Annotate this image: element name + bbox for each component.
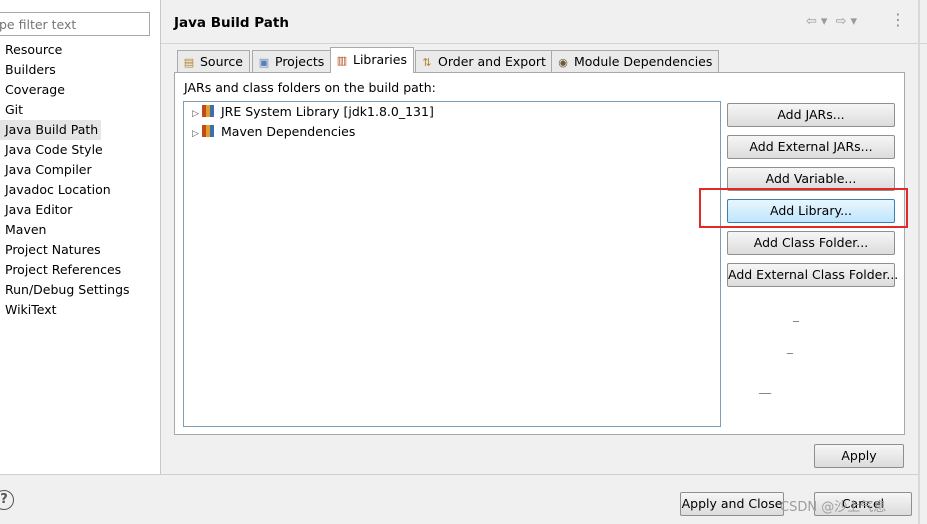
tab-label: Source (200, 54, 243, 69)
libraries-tree[interactable]: ▷ JRE System Library [jdk1.8.0_131] ▷ Mave… (183, 101, 721, 427)
projects-icon: ▣ (258, 56, 270, 69)
add-variable-button[interactable]: Add Variable... (727, 167, 895, 191)
nav-item-maven[interactable]: Maven (0, 220, 161, 240)
order-export-icon: ⇅ (422, 56, 432, 69)
nav-item-java-code-style[interactable]: Java Code Style (0, 140, 161, 160)
chevron-down-icon[interactable]: ▾ (821, 14, 828, 29)
add-external-class-folder-button[interactable]: Add External Class Folder... (727, 263, 898, 287)
back-arrow-icon[interactable]: ⇦ (806, 14, 817, 29)
tab-source[interactable]: ▤ Source (177, 50, 250, 72)
help-icon[interactable]: ? (0, 490, 14, 510)
expand-arrow-icon[interactable]: ▷ (192, 104, 202, 124)
nav-item-java-build-path[interactable]: Java Build Path (0, 120, 102, 140)
footer-divider (0, 474, 918, 475)
tab-order-and-export[interactable]: ⇅ Order and Export (415, 50, 553, 72)
watermark: CSDN @沙上气息 (780, 500, 887, 515)
page-title: Java Build Path (174, 15, 289, 31)
nav-item-project-references[interactable]: Project References (0, 260, 161, 280)
chevron-down-icon[interactable]: ▾ (850, 14, 857, 29)
add-library-button[interactable]: Add Library... (727, 199, 895, 223)
property-pages-panel: Resource Builders Coverage Git Java Buil… (0, 0, 161, 474)
nav-item-java-compiler[interactable]: Java Compiler (0, 160, 161, 180)
apply-and-close-button[interactable]: Apply and Close (680, 492, 784, 516)
nav-item-git[interactable]: Git (0, 100, 161, 120)
header-divider (161, 43, 927, 44)
library-icon (202, 105, 216, 117)
window-edge (918, 0, 920, 524)
disabled-button-placeholder: __ (759, 380, 771, 394)
tree-item-jre-system-library[interactable]: ▷ JRE System Library [jdk1.8.0_131] (192, 102, 434, 122)
filter-input[interactable] (0, 12, 150, 36)
libraries-icon: ▥ (336, 54, 348, 67)
nav-item-resource[interactable]: Resource (0, 40, 161, 60)
module-icon: ◉ (558, 56, 568, 69)
tab-label: Module Dependencies (574, 54, 713, 69)
tree-item-label: JRE System Library [jdk1.8.0_131] (221, 104, 434, 119)
nav-item-wikitext[interactable]: WikiText (0, 300, 161, 320)
tab-label: Order and Export (438, 54, 546, 69)
disabled-button-placeholder: _ (787, 340, 793, 354)
add-class-folder-button[interactable]: Add Class Folder... (727, 231, 895, 255)
disabled-button-placeholder: _ (793, 308, 799, 322)
tree-item-maven-dependencies[interactable]: ▷ Maven Dependencies (192, 122, 355, 142)
tab-libraries[interactable]: ▥ Libraries (330, 47, 414, 73)
tab-module-dependencies[interactable]: ◉ Module Dependencies (551, 50, 720, 72)
nav-item-java-editor[interactable]: Java Editor (0, 200, 161, 220)
source-folder-icon: ▤ (183, 56, 195, 69)
build-path-label: JARs and class folders on the build path… (184, 80, 436, 95)
tab-projects[interactable]: ▣ Projects (252, 50, 332, 72)
history-nav: ⇦ ▾ ⇨ ▾ (806, 14, 861, 29)
nav-item-project-natures[interactable]: Project Natures (0, 240, 161, 260)
library-icon (202, 125, 216, 137)
view-menu-icon[interactable]: ⋮ (890, 12, 906, 28)
property-pages-list: Resource Builders Coverage Git Java Buil… (0, 40, 161, 320)
nav-item-builders[interactable]: Builders (0, 60, 161, 80)
apply-button[interactable]: Apply (814, 444, 904, 468)
tree-item-label: Maven Dependencies (221, 124, 356, 139)
nav-item-coverage[interactable]: Coverage (0, 80, 161, 100)
tab-label: Projects (275, 54, 325, 69)
tab-label: Libraries (353, 52, 407, 67)
expand-arrow-icon[interactable]: ▷ (192, 124, 202, 144)
forward-arrow-icon[interactable]: ⇨ (836, 14, 847, 29)
add-jars-button[interactable]: Add JARs... (727, 103, 895, 127)
nav-item-javadoc-location[interactable]: Javadoc Location (0, 180, 161, 200)
add-external-jars-button[interactable]: Add External JARs... (727, 135, 895, 159)
nav-item-run-debug-settings[interactable]: Run/Debug Settings (0, 280, 161, 300)
